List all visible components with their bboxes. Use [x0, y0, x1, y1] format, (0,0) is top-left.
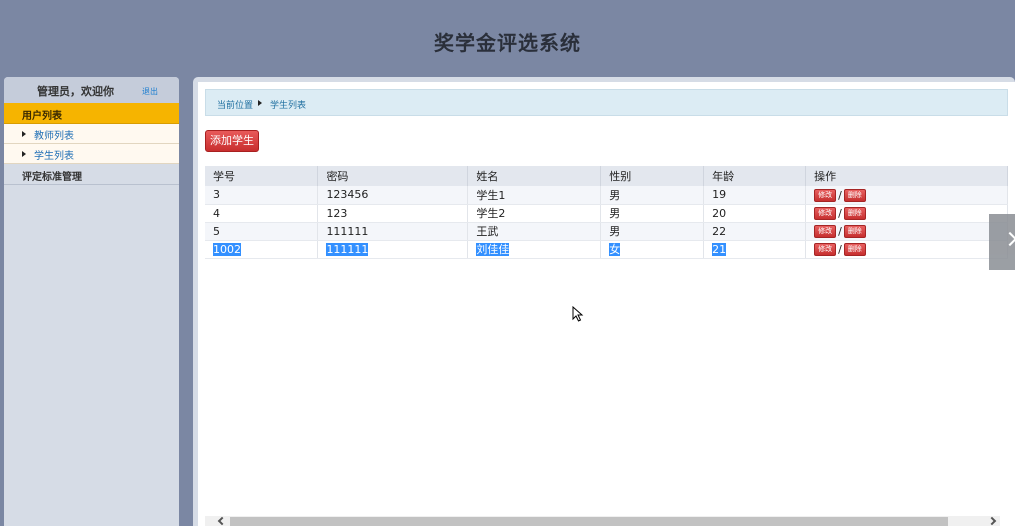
selected-text: 21 [712, 242, 727, 256]
header: 奖学金评选系统 [0, 0, 1015, 77]
delete-button[interactable]: 删除 [843, 224, 866, 238]
cell-age: 20 [703, 204, 807, 223]
scrollbar-thumb[interactable] [230, 517, 948, 526]
selected-text: 111111 [326, 242, 369, 256]
column-header-password: 密码 [317, 166, 469, 186]
mouse-cursor-icon [572, 306, 584, 322]
edit-button[interactable]: 修改 [814, 224, 837, 238]
column-header-age: 年龄 [703, 166, 807, 186]
breadcrumb-page[interactable]: 学生列表 [270, 98, 306, 111]
column-header-name: 姓名 [467, 166, 602, 186]
delete-button[interactable]: 删除 [843, 242, 866, 256]
cell-name: 刘佳佳 [467, 240, 602, 259]
breadcrumb-arrow-icon [258, 100, 262, 106]
table-header-row: 学号 密码 姓名 性别 年龄 操作 [205, 166, 1008, 186]
chevron-right-icon [1002, 231, 1015, 247]
cell-id: 3 [205, 186, 319, 205]
horizontal-scrollbar[interactable] [205, 516, 1000, 526]
scroll-right-icon[interactable] [987, 516, 997, 526]
edit-button[interactable]: 修改 [814, 206, 837, 220]
cell-age: 22 [703, 222, 807, 241]
table-row: 5 111111 王武 男 22 修改 / 删除 [205, 222, 1008, 241]
cell-password: 123 [317, 204, 469, 223]
student-table: 学号 密码 姓名 性别 年龄 操作 3 123456 学生1 男 19 修改 / 删… [205, 166, 1008, 259]
main-content [198, 82, 1015, 526]
add-student-button[interactable]: 添加学生 [205, 130, 259, 152]
sidebar-item-label: 学生列表 [34, 151, 74, 162]
delete-button[interactable]: 删除 [843, 188, 866, 202]
cell-actions: 修改 / 删除 [805, 240, 1008, 259]
breadcrumb: 当前位置 学生列表 [205, 89, 1008, 116]
cell-gender: 男 [600, 222, 705, 241]
cell-password: 111111 [317, 240, 469, 259]
app-title: 奖学金评选系统 [434, 31, 581, 55]
cell-password: 123456 [317, 186, 469, 205]
cell-name: 学生1 [467, 186, 602, 205]
action-separator: / [838, 206, 842, 220]
breadcrumb-current: 当前位置 [217, 101, 254, 111]
cell-age: 21 [703, 240, 807, 259]
action-separator: / [838, 188, 842, 202]
cell-actions: 修改 / 删除 [805, 204, 1008, 223]
sidebar-item-label: 教师列表 [34, 131, 74, 142]
sidebar-item-student-list[interactable]: 学生列表 [4, 144, 179, 164]
cell-gender: 男 [600, 204, 705, 223]
sidebar: 管理员，欢迎你 退出 用户列表 教师列表 学生列表 评定标准管理 [4, 77, 179, 526]
cell-id: 5 [205, 222, 319, 241]
cell-name: 王武 [467, 222, 602, 241]
action-separator: / [838, 242, 842, 256]
welcome-text: 管理员，欢迎你 [37, 85, 114, 98]
cell-id: 1002 [205, 240, 319, 259]
cell-name: 学生2 [467, 204, 602, 223]
sidebar-item-criteria[interactable]: 评定标准管理 [4, 164, 179, 185]
logout-link[interactable]: 退出 [142, 86, 158, 97]
table-row: 4 123 学生2 男 20 修改 / 删除 [205, 204, 1008, 223]
triangle-right-icon [22, 151, 26, 157]
cell-id: 4 [205, 204, 319, 223]
table-row: 3 123456 学生1 男 19 修改 / 删除 [205, 186, 1008, 205]
sidebar-header: 管理员，欢迎你 退出 [4, 77, 179, 103]
cell-password: 111111 [317, 222, 469, 241]
edit-button[interactable]: 修改 [814, 242, 837, 256]
column-header-id: 学号 [205, 166, 319, 186]
side-panel-toggle[interactable] [989, 214, 1015, 270]
cell-age: 19 [703, 186, 807, 205]
cell-actions: 修改 / 删除 [805, 186, 1008, 205]
delete-button[interactable]: 删除 [843, 206, 866, 220]
sidebar-group-user-list[interactable]: 用户列表 [4, 103, 179, 124]
edit-button[interactable]: 修改 [814, 188, 837, 202]
cell-gender: 男 [600, 186, 705, 205]
triangle-right-icon [22, 131, 26, 137]
cell-gender: 女 [600, 240, 705, 259]
scroll-left-icon[interactable] [217, 516, 227, 526]
selected-text: 刘佳佳 [476, 243, 510, 256]
cell-actions: 修改 / 删除 [805, 222, 1008, 241]
action-separator: / [838, 224, 842, 238]
column-header-actions: 操作 [805, 166, 1008, 186]
selected-text: 1002 [213, 242, 241, 256]
selected-text: 女 [609, 243, 621, 256]
sidebar-item-teacher-list[interactable]: 教师列表 [4, 124, 179, 144]
column-header-gender: 性别 [600, 166, 705, 186]
table-row: 1002 111111 刘佳佳 女 21 修改 / 删除 [205, 240, 1008, 259]
